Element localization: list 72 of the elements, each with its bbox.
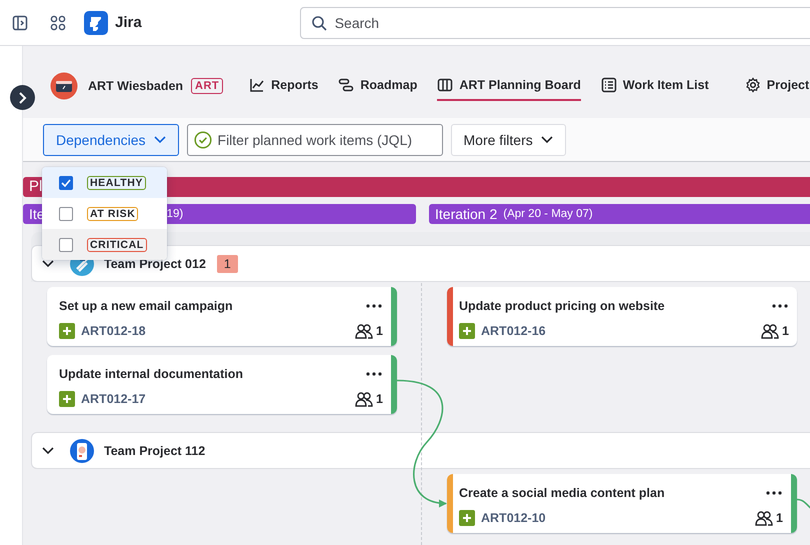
work-item-card[interactable]: Create a social media content plan ART012-10 1 — [447, 474, 797, 533]
work-item-card[interactable]: Set up a new email campaign ART012-18 1 — [47, 287, 397, 346]
dependency-option[interactable]: AT RISK — [42, 198, 167, 229]
apps-grid-icon[interactable] — [50, 14, 66, 30]
iteration-dates: 19) — [166, 208, 184, 220]
card-title: Update internal documentation — [59, 366, 244, 380]
checkmark-icon — [61, 178, 71, 186]
assignee-count: 1 — [376, 324, 383, 338]
assignee-count: 1 — [376, 392, 383, 406]
iteration-name: Iteration 2 — [435, 206, 498, 222]
nav-tab[interactable]: Reports — [249, 71, 318, 101]
status-lozenge: AT RISK — [87, 206, 138, 220]
work-item-card[interactable]: Update product pricing on website ART012-16 1 — [447, 287, 797, 346]
search-field[interactable]: Search — [300, 6, 810, 38]
more-filters-button[interactable]: More filters — [450, 124, 566, 156]
work-item-key[interactable]: ART012-17 — [81, 392, 350, 406]
nav-tab[interactable]: Roadmap — [338, 71, 418, 101]
more-actions-icon[interactable] — [365, 302, 383, 308]
checkbox[interactable] — [59, 238, 73, 252]
project-name[interactable]: ART Wiesbaden — [88, 79, 184, 93]
settings-icon — [744, 77, 761, 93]
jira-logo-icon[interactable] — [84, 10, 108, 34]
product-name[interactable]: Jira — [115, 14, 142, 31]
dependencies-dropdown-button[interactable]: Dependencies — [43, 124, 179, 156]
more-actions-icon[interactable] — [365, 370, 383, 376]
work-item-card[interactable]: Update internal documentation ART012-17 1 — [47, 355, 397, 414]
people-icon — [761, 322, 780, 338]
iteration-dates: (Apr 20 - May 07) — [503, 208, 593, 220]
assignee-count: 1 — [776, 510, 783, 524]
project-key-tag: ART — [191, 78, 224, 94]
board-columns-icon — [437, 77, 454, 93]
count-badge: 1 — [216, 254, 238, 272]
nav-tab[interactable]: Project — [744, 71, 810, 101]
dependency-option[interactable]: HEALTHY — [42, 167, 167, 198]
card-title: Update product pricing on website — [459, 298, 666, 312]
roadmap-icon — [338, 77, 354, 93]
nav-tab[interactable]: Work Item List — [600, 71, 709, 101]
sidebar-toggle-icon[interactable] — [12, 14, 28, 30]
list-icon — [600, 77, 617, 93]
assignee-count: 1 — [782, 324, 789, 338]
work-item-key[interactable]: ART012-18 — [81, 324, 350, 338]
chevron-down-icon[interactable] — [42, 446, 54, 454]
story-type-icon — [59, 390, 75, 406]
story-type-icon — [459, 510, 475, 526]
work-item-key[interactable]: ART012-10 — [481, 510, 750, 524]
more-actions-icon[interactable] — [765, 490, 783, 496]
team-avatar-icon — [70, 438, 94, 462]
check-circle-icon — [194, 130, 212, 148]
nav-tab[interactable]: ART Planning Board — [437, 71, 581, 101]
dependency-option[interactable]: CRITICAL — [42, 229, 167, 260]
story-type-icon — [459, 322, 475, 338]
people-icon — [755, 510, 774, 526]
checkbox[interactable] — [59, 176, 73, 190]
team-name: Team Project 112 — [104, 444, 206, 458]
story-type-icon — [59, 322, 75, 338]
status-lozenge: HEALTHY — [87, 176, 146, 190]
project-avatar-icon — [50, 72, 78, 100]
card-title: Create a social media content plan — [459, 486, 666, 500]
chevron-right-icon — [18, 92, 28, 104]
chevron-down-icon — [540, 136, 553, 144]
checkbox[interactable] — [59, 206, 73, 220]
chevron-down-icon — [154, 136, 166, 144]
status-lozenge: CRITICAL — [87, 238, 147, 252]
line-chart-icon — [249, 77, 266, 93]
people-icon — [355, 390, 374, 406]
jql-filter-field[interactable]: Filter planned work items (JQL) — [186, 124, 443, 156]
work-item-key[interactable]: ART012-16 — [481, 324, 756, 338]
chevron-down-icon[interactable] — [42, 260, 54, 268]
search-icon — [310, 14, 327, 30]
card-title: Set up a new email campaign — [59, 298, 234, 312]
people-icon — [355, 322, 374, 338]
more-actions-icon[interactable] — [771, 302, 789, 308]
